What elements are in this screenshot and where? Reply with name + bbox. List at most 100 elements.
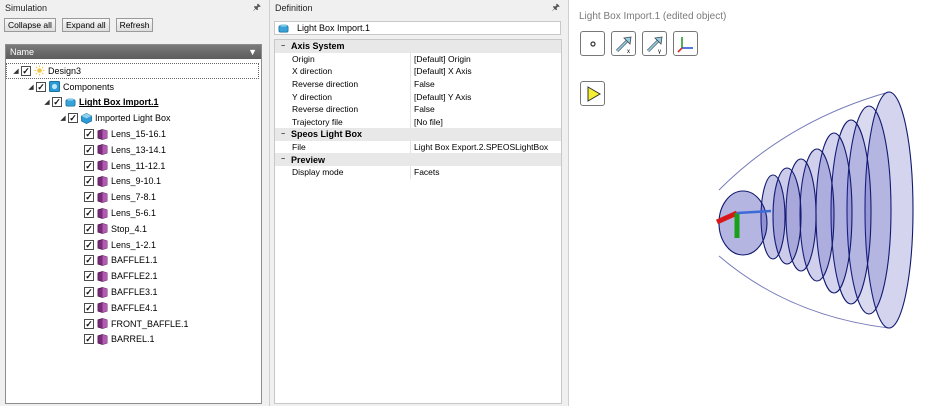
x-direction-button[interactable]: x xyxy=(611,31,636,56)
property-row[interactable]: Reverse direction False xyxy=(275,102,561,116)
simulation-panel: Simulation 🖈 Collapse all Expand all Ref… xyxy=(0,0,266,406)
filter-icon[interactable]: ▼ xyxy=(248,47,257,57)
tree-node[interactable]: ✓ BAFFLE3.1 xyxy=(6,284,261,300)
tree-node[interactable]: ✓ Lens_15-16.1 xyxy=(6,126,261,142)
tree-node[interactable]: ✓ Lens_9-10.1 xyxy=(6,174,261,190)
property-value[interactable]: [Default] Origin xyxy=(411,54,471,64)
visibility-checkbox[interactable]: ✓ xyxy=(84,223,94,234)
tree-node-label: BAFFLE4.1 xyxy=(111,302,158,313)
category-label: Speos Light Box xyxy=(291,129,363,140)
collapse-arrow-icon[interactable]: ◢ xyxy=(42,98,52,106)
tree-node[interactable]: ✓ FRONT_BAFFLE.1 xyxy=(6,316,261,332)
visibility-checkbox[interactable]: ✓ xyxy=(84,129,94,140)
property-row[interactable]: X direction [Default] X Axis xyxy=(275,65,561,78)
design-sun-icon xyxy=(34,65,45,76)
tree-node[interactable]: ◢ ✓ Imported Light Box xyxy=(6,110,261,126)
visibility-checkbox[interactable]: ✓ xyxy=(84,144,94,155)
visibility-checkbox[interactable]: ✓ xyxy=(84,318,94,329)
visibility-checkbox[interactable]: ✓ xyxy=(84,334,94,345)
imported-light-box-icon xyxy=(81,112,92,124)
property-row[interactable]: File Light Box Export.2.SPEOSLightBox xyxy=(275,140,561,154)
property-name: Trajectory file xyxy=(275,115,411,129)
collapse-all-button[interactable]: Collapse all xyxy=(4,18,56,32)
collapse-arrow-icon[interactable]: − xyxy=(275,131,291,138)
compute-play-button[interactable] xyxy=(580,81,605,106)
visibility-checkbox[interactable]: ✓ xyxy=(84,239,94,250)
tree-node-label: BARREL.1 xyxy=(111,334,155,345)
svg-text:x: x xyxy=(627,49,630,54)
expand-all-button[interactable]: Expand all xyxy=(61,18,110,32)
pin-icon[interactable]: 🖈 xyxy=(552,0,560,16)
simulation-tree: Name ▼ ◢ ✓ Design3 ◢ ✓ Components ◢ ✓ Light Box … xyxy=(5,44,262,404)
collapse-arrow-icon[interactable]: ◢ xyxy=(11,67,21,75)
tree-node[interactable]: ◢ ✓ Components xyxy=(6,79,261,95)
axis-system-button[interactable] xyxy=(673,31,698,56)
collapse-arrow-icon[interactable]: ◢ xyxy=(58,114,68,122)
collapse-arrow-icon[interactable]: − xyxy=(275,43,291,50)
tree-node-label: Lens_1-2.1 xyxy=(111,239,157,250)
visibility-checkbox[interactable]: ✓ xyxy=(84,160,94,171)
tree-node-label: Lens_15-16.1 xyxy=(111,129,167,140)
visibility-checkbox[interactable]: ✓ xyxy=(68,113,78,124)
property-value[interactable]: False xyxy=(411,79,435,89)
property-category[interactable]: − Preview xyxy=(275,153,561,166)
tree-node[interactable]: ✓ Lens_1-2.1 xyxy=(6,237,261,253)
visibility-checkbox[interactable]: ✓ xyxy=(84,271,94,282)
tree-node-label: Components xyxy=(63,81,115,92)
y-direction-button[interactable]: y xyxy=(642,31,667,56)
property-row[interactable]: Display mode Facets xyxy=(275,165,561,179)
property-value[interactable]: Light Box Export.2.SPEOSLightBox xyxy=(411,142,548,152)
tree-node[interactable]: ✓ Lens_5-6.1 xyxy=(6,205,261,221)
property-category[interactable]: − Axis System xyxy=(275,40,561,53)
tree-node[interactable]: ✓ Lens_11-12.1 xyxy=(6,158,261,174)
collapse-arrow-icon[interactable]: ◢ xyxy=(26,83,36,91)
body-icon xyxy=(97,286,108,298)
tree-node[interactable]: ✓ Lens_13-14.1 xyxy=(6,142,261,158)
visibility-checkbox[interactable]: ✓ xyxy=(84,287,94,298)
body-icon xyxy=(97,302,108,314)
tree-node[interactable]: ✓ BARREL.1 xyxy=(6,332,261,348)
property-value[interactable]: [No file] xyxy=(411,117,443,127)
visibility-checkbox[interactable]: ✓ xyxy=(84,176,94,187)
body-icon xyxy=(97,223,108,235)
property-row[interactable]: Origin [Default] Origin xyxy=(275,52,561,66)
property-name: Origin xyxy=(275,52,411,66)
property-value[interactable]: [Default] Y Axis xyxy=(411,92,471,102)
visibility-checkbox[interactable]: ✓ xyxy=(84,302,94,313)
visibility-checkbox[interactable]: ✓ xyxy=(52,97,62,108)
refresh-button[interactable]: Refresh xyxy=(115,18,154,32)
property-category[interactable]: − Speos Light Box xyxy=(275,128,561,141)
definition-panel-title: Definition xyxy=(275,3,313,13)
property-name: Reverse direction xyxy=(275,102,411,116)
definition-object-field[interactable]: Light Box Import.1 xyxy=(274,21,561,35)
tree-list: ◢ ✓ Design3 ◢ ✓ Components ◢ ✓ Light Box Import.… xyxy=(6,59,261,347)
tree-node[interactable]: ✓ BAFFLE1.1 xyxy=(6,253,261,269)
tree-node[interactable]: ◢ ✓ Light Box Import.1 xyxy=(6,95,261,111)
visibility-checkbox[interactable]: ✓ xyxy=(84,192,94,203)
tree-node[interactable]: ✓ BAFFLE2.1 xyxy=(6,268,261,284)
pin-icon[interactable]: 🖈 xyxy=(253,0,261,16)
property-value[interactable]: [Default] X Axis xyxy=(411,66,472,76)
visibility-checkbox[interactable]: ✓ xyxy=(36,81,46,92)
visibility-checkbox[interactable]: ✓ xyxy=(84,255,94,266)
viewport-3d[interactable]: Light Box Import.1 (edited object) x y xyxy=(568,0,940,406)
property-row[interactable]: Y direction [Default] Y Axis xyxy=(275,90,561,103)
tree-node[interactable]: ✓ Stop_4.1 xyxy=(6,221,261,237)
category-label: Preview xyxy=(291,154,326,165)
definition-panel-header: Definition 🖈 xyxy=(270,0,565,16)
body-icon xyxy=(97,191,108,203)
tree-node[interactable]: ✓ Lens_7-8.1 xyxy=(6,189,261,205)
origin-point-button[interactable] xyxy=(580,31,605,56)
tree-node[interactable]: ◢ ✓ Design3 xyxy=(6,63,259,79)
tree-node-label: BAFFLE3.1 xyxy=(111,287,158,298)
visibility-checkbox[interactable]: ✓ xyxy=(21,65,31,76)
property-value[interactable]: Facets xyxy=(411,167,440,177)
collapse-arrow-icon[interactable]: − xyxy=(275,156,291,163)
property-row[interactable]: Trajectory file [No file] xyxy=(275,115,561,129)
property-row[interactable]: Reverse direction False xyxy=(275,77,561,91)
tree-node[interactable]: ✓ BAFFLE4.1 xyxy=(6,300,261,316)
tree-column-name: Name xyxy=(10,47,35,57)
property-value[interactable]: False xyxy=(411,104,435,114)
visibility-checkbox[interactable]: ✓ xyxy=(84,208,94,219)
tree-column-header[interactable]: Name ▼ xyxy=(6,45,261,59)
